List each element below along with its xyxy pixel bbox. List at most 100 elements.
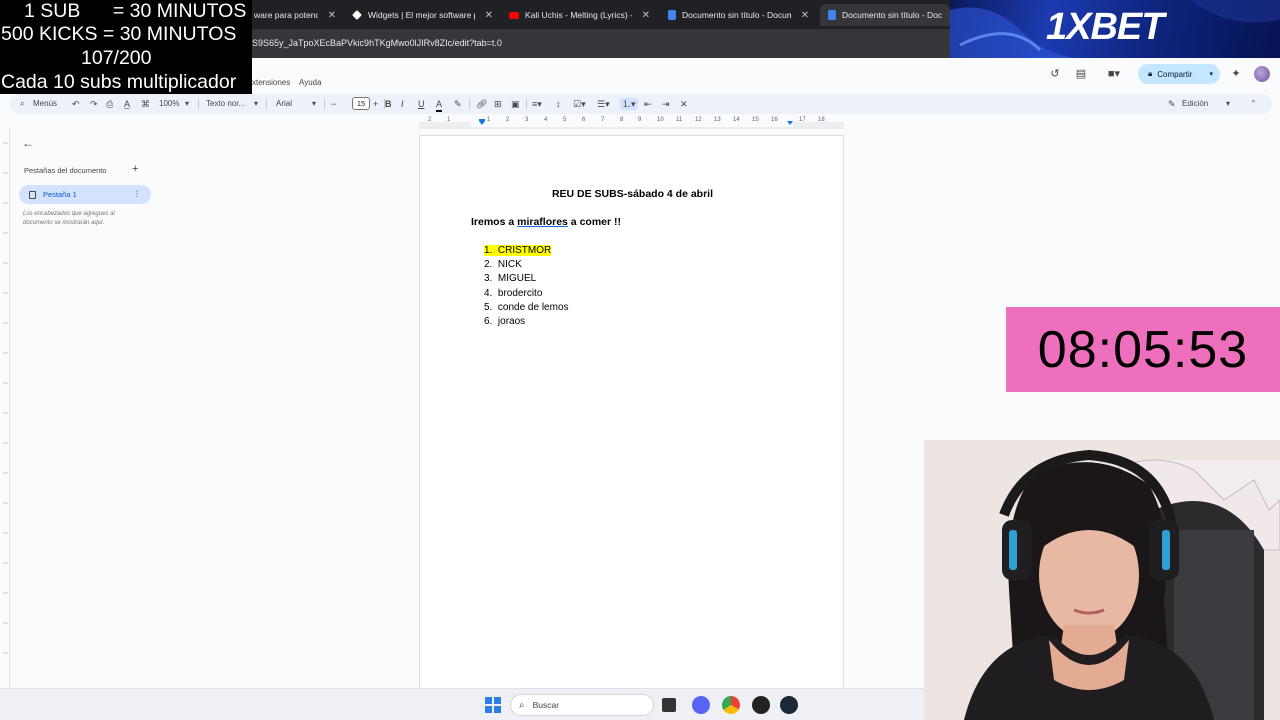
comments-icon[interactable]: ▤ [1075,68,1087,80]
back-arrow-icon[interactable]: ← [22,136,34,150]
horizontal-ruler[interactable]: 2 1 1 2 3 4 5 6 7 8 9 10 11 12 13 14 15 … [419,116,844,129]
text-color-icon[interactable]: A [436,98,443,112]
ruler-label: 4 [544,117,548,123]
url-text[interactable]: S9S65y_JaTpoXEcBaPVkic9hTKgMwo0lJIRv8ZIc… [252,38,502,48]
ruler-label: 9 [638,117,642,123]
decrease-font-icon[interactable]: − [331,98,336,110]
windows-taskbar: ⌕ Buscar [0,688,924,720]
style-select[interactable]: Texto nor... [206,98,245,110]
list-number: 5. [484,301,493,313]
chevron-up-icon[interactable]: ⌃ [1250,98,1257,110]
clear-formatting-icon[interactable]: ✕ [680,98,688,110]
menus-search-label[interactable]: Menús [33,98,57,110]
windows-start-icon[interactable] [484,696,502,714]
sidebar-item-label: Pestaña 1 [43,190,77,199]
more-vert-icon[interactable]: ⋮ [133,189,141,198]
browser-tab-5-active[interactable]: Documento sin título - Docum [820,4,950,26]
increase-indent-icon[interactable]: ⇥ [662,98,670,110]
list-text: MIGUEL [497,273,537,285]
chevron-down-icon[interactable]: ▾ [1226,98,1230,110]
ruler-label: 7 [601,117,605,123]
underline-icon[interactable]: U [418,98,425,110]
sidebar-item-tab-1[interactable]: Pestaña 1 ⋮ [19,185,151,204]
overlay-line-3: 107/200 [81,47,152,69]
taskbar-search[interactable]: ⌕ Buscar [510,694,654,716]
paint-format-icon[interactable]: ⌘ [141,98,150,110]
decrease-indent-icon[interactable]: ⇤ [644,98,652,110]
toolbar-divider [266,99,267,109]
history-icon[interactable]: ↺ [1049,68,1061,80]
font-size-input[interactable]: 15 [352,97,370,110]
overlay-line-4: Cada 10 subs multiplicador [1,71,237,93]
print-icon[interactable]: ⎙ [106,98,113,110]
checklist-icon[interactable]: ☑▾ [573,98,586,110]
stream-subs-overlay: 1 SUB = 30 MINUTOS 500 KICKS = 30 MINUTO… [0,0,252,94]
share-button[interactable]: 🔒︎ Compartir ▾ [1138,64,1220,84]
ruler-label: 2 [506,117,510,123]
discord-icon[interactable] [692,696,710,714]
document-page[interactable]: REU DE SUBS-sábado 4 de abril Iremos a m… [419,135,844,695]
avatar[interactable] [1254,66,1270,82]
ruler-label: 10 [657,117,664,123]
gemini-icon[interactable]: ✦ [1230,68,1242,80]
link-icon[interactable]: 🔗︎ [476,98,487,110]
line-spacing-icon[interactable]: ↕ [556,98,561,110]
browser-tab-1[interactable]: ware para potencia ✕ [246,4,344,26]
toolbar-divider [324,99,325,109]
ruler-label: 5 [563,117,567,123]
browser-tab-4[interactable]: Documento sin título - Docume ✕ [660,4,817,26]
browser-tab-2[interactable]: Widgets | El mejor software pa ✕ [344,4,501,26]
browser-tab-3[interactable]: Kali Uchis - Melting (Lyrics) - Yo ✕ [501,4,658,26]
add-tab-icon[interactable]: + [132,163,138,175]
close-tab-icon[interactable]: ✕ [801,10,809,21]
vertical-ruler[interactable] [0,128,10,688]
undo-icon[interactable]: ↶ [72,98,80,110]
menu-help[interactable]: Ayuda [299,78,322,87]
ruler-label: 3 [525,117,529,123]
browser-tab-title: Documento sin título - Docume [682,10,791,20]
highlighted-list-item: 1. CRISTMOR [484,245,552,256]
bold-icon[interactable]: B [385,98,392,110]
ruler-label: 17 [799,117,806,123]
menu-extensions[interactable]: xtensiones [252,78,290,87]
docs-icon [668,10,676,20]
meet-icon[interactable]: ■▾ [1104,68,1124,80]
browser-tab-title: Kali Uchis - Melting (Lyrics) - Yo [525,10,632,20]
zoom-select[interactable]: 100% [159,98,179,110]
close-tab-icon[interactable]: ✕ [485,10,493,21]
numbered-list-icon[interactable]: ⒈▾ [620,98,638,110]
redo-icon[interactable]: ↷ [90,98,98,110]
font-select[interactable]: Arial [276,98,292,110]
editing-mode-select[interactable]: Edición [1182,98,1208,110]
ruler-label: 1 [447,117,451,123]
chrome-icon[interactable] [722,696,740,714]
subtitle-text-pre: Iremos a [471,216,518,228]
italic-icon[interactable]: I [401,98,404,110]
list-item: 6. joraos [484,315,569,329]
ruler-label: 8 [620,117,624,123]
vertical-ruler-ticks [3,142,8,654]
list-text: NICK [497,259,522,271]
list-number: 2. [484,259,493,271]
align-icon[interactable]: ≡▾ [532,98,542,110]
webcam-image [924,440,1280,720]
image-icon[interactable]: ▣ [511,98,520,110]
increase-font-icon[interactable]: + [373,98,378,110]
document-subtitle: Iremos a miraflores a comer !! [471,216,621,228]
close-tab-icon[interactable]: ✕ [328,10,336,21]
search-menus-icon[interactable]: ⌕ [20,98,24,110]
task-view-icon[interactable] [662,698,676,712]
ruler-label: 2 [428,117,432,123]
obs-icon[interactable] [752,696,770,714]
list-item: 2. NICK [484,258,569,272]
close-tab-icon[interactable]: ✕ [642,10,650,21]
highlight-icon[interactable]: ✎ [454,98,462,110]
spellcheck-icon[interactable]: A̲ [124,98,130,110]
document-icon [29,190,36,199]
chevron-down-icon: ▾ [254,99,259,108]
comment-icon[interactable]: ⊞ [494,98,502,110]
list-item: 4. brodercito [484,287,569,301]
bulleted-list-icon[interactable]: ☰▾ [597,98,610,110]
steam-icon[interactable] [780,696,798,714]
chevron-down-icon[interactable]: ▾ [1209,70,1213,78]
